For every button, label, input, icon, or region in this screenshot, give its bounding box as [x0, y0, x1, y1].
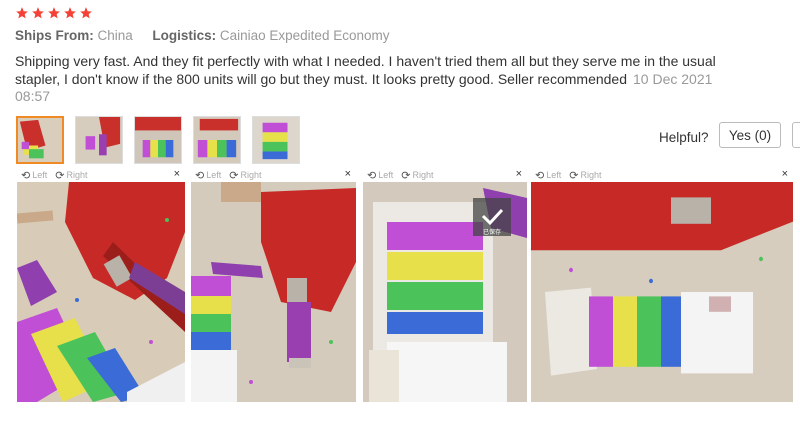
close-icon[interactable]: ×	[174, 168, 180, 180]
review-photo-1	[17, 182, 185, 402]
viewer-toolbar: ⟲ Left ⟳ Right ×	[363, 168, 527, 182]
rotate-right-icon: ⟳	[55, 169, 65, 182]
rotate-left-icon: ⟲	[21, 169, 31, 182]
logistics-value: Cainiao Expedited Economy	[219, 28, 390, 43]
ships-from-label: Ships From:	[15, 28, 94, 43]
review-photo-2	[191, 182, 356, 402]
star-icon	[63, 6, 77, 20]
helpful-yes-button[interactable]: Yes (0)	[719, 122, 781, 148]
rotate-left-button[interactable]: ⟲ Left	[195, 169, 221, 182]
rotate-left-icon: ⟲	[367, 169, 377, 182]
rotate-right-icon: ⟳	[229, 169, 239, 182]
rotate-right-button[interactable]: ⟳ Right	[229, 169, 261, 182]
rotate-right-icon: ⟳	[569, 169, 579, 182]
review-body: Shipping very fast. And they fit perfect…	[15, 53, 735, 106]
rotate-left-icon: ⟲	[195, 169, 205, 182]
star-icon	[47, 6, 61, 20]
thumbnail-3[interactable]	[134, 116, 182, 164]
helpful-no-button[interactable]	[792, 122, 800, 148]
thumbnail-2[interactable]	[75, 116, 123, 164]
rotate-right-button[interactable]: ⟳ Right	[55, 169, 87, 182]
rotate-right-icon: ⟳	[401, 169, 411, 182]
rotate-left-icon: ⟲	[535, 169, 545, 182]
thumbnail-4[interactable]	[193, 116, 241, 164]
thumbnail-strip	[16, 116, 300, 164]
image-viewer-2: ⟲ Left ⟳ Right ×	[191, 168, 356, 402]
close-icon[interactable]: ×	[516, 168, 522, 180]
star-icon	[31, 6, 45, 20]
thumbnail-5[interactable]	[252, 116, 300, 164]
rotate-right-button[interactable]: ⟳ Right	[401, 169, 433, 182]
image-viewer-3: ⟲ Left ⟳ Right × 已保存	[363, 168, 527, 402]
viewer-toolbar: ⟲ Left ⟳ Right ×	[531, 168, 793, 182]
review-photo-4	[531, 182, 793, 402]
star-icon	[15, 6, 29, 20]
helpful-label: Helpful?	[659, 130, 709, 145]
thumbnail-1[interactable]	[16, 116, 64, 164]
review-text: Shipping very fast. And they fit perfect…	[15, 53, 716, 87]
saved-label: 已保存	[483, 228, 501, 236]
logistics-label: Logistics:	[152, 28, 217, 43]
rotate-right-button[interactable]: ⟳ Right	[569, 169, 601, 182]
review-photo-3: 已保存	[363, 182, 527, 402]
star-icon	[79, 6, 93, 20]
shipping-info: Ships From: China Logistics: Cainiao Exp…	[15, 28, 389, 43]
rotate-left-button[interactable]: ⟲ Left	[535, 169, 561, 182]
image-viewer-1: ⟲ Left ⟳ Right ×	[17, 168, 185, 402]
rotate-left-button[interactable]: ⟲ Left	[367, 169, 393, 182]
star-rating	[15, 6, 93, 20]
image-viewer-4: ⟲ Left ⟳ Right ×	[531, 168, 793, 402]
ships-from-value: China	[97, 28, 133, 43]
viewer-toolbar: ⟲ Left ⟳ Right ×	[191, 168, 356, 182]
close-icon[interactable]: ×	[345, 168, 351, 180]
viewer-toolbar: ⟲ Left ⟳ Right ×	[17, 168, 185, 182]
close-icon[interactable]: ×	[782, 168, 788, 180]
rotate-left-button[interactable]: ⟲ Left	[21, 169, 47, 182]
